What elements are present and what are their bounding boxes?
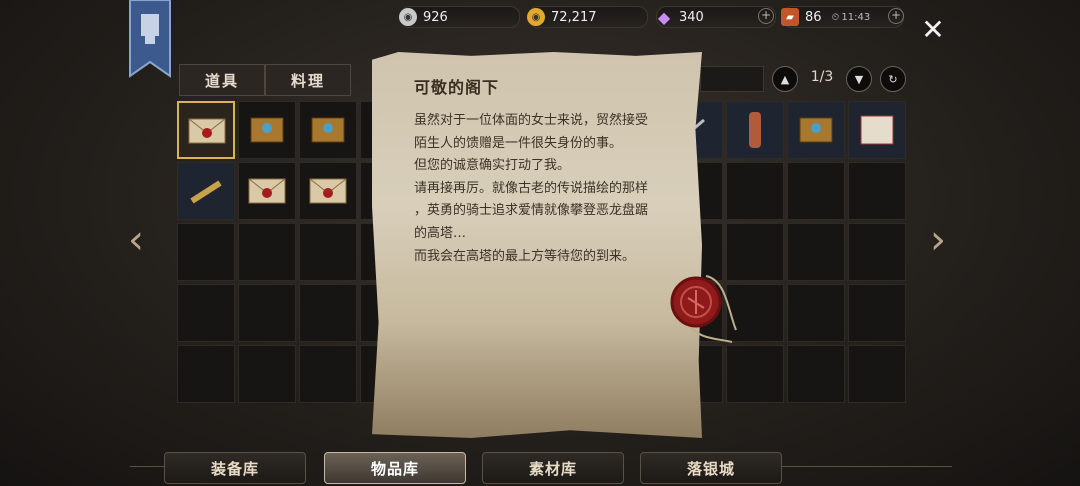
inventory-slot[interactable] bbox=[238, 162, 296, 220]
clock-icon: ⏲ bbox=[831, 11, 840, 23]
page-down-icon[interactable]: ▼ bbox=[846, 66, 872, 92]
inventory-slot[interactable] bbox=[177, 223, 235, 281]
add-gems-button[interactable]: + bbox=[758, 8, 774, 24]
tab-cooking[interactable]: 料理 bbox=[265, 64, 351, 96]
inventory-slot[interactable] bbox=[848, 162, 906, 220]
inventory-slot[interactable] bbox=[238, 223, 296, 281]
ticket-counter: ▰ 86 ⏲ 11:43 bbox=[781, 6, 904, 28]
refresh-icon[interactable]: ↻ bbox=[880, 66, 906, 92]
scroll-item-icon bbox=[860, 115, 894, 145]
letter-item-icon bbox=[188, 118, 226, 144]
tab-items-label: 道具 bbox=[204, 71, 239, 90]
inventory-slot[interactable] bbox=[177, 101, 235, 159]
diamond-icon: ◆ bbox=[657, 7, 671, 27]
page-up-icon[interactable]: ▲ bbox=[772, 66, 798, 92]
add-tickets-button[interactable]: + bbox=[888, 8, 904, 24]
tab-items[interactable]: 道具 bbox=[179, 64, 265, 96]
inventory-slot[interactable] bbox=[299, 284, 357, 342]
tab-inventory-label: 物品库 bbox=[370, 459, 419, 478]
book-item-icon bbox=[311, 117, 345, 143]
inventory-slot[interactable] bbox=[726, 345, 784, 403]
page-indicator: 1/3 bbox=[810, 69, 834, 85]
inventory-slot[interactable] bbox=[299, 101, 357, 159]
refresh-time: 11:43 bbox=[841, 11, 871, 23]
gem-value: 340 bbox=[679, 9, 704, 25]
gold-value: 72,217 bbox=[551, 9, 597, 25]
inventory-slot[interactable] bbox=[848, 345, 906, 403]
ticket-icon: ▰ bbox=[781, 8, 799, 26]
guild-banner-icon bbox=[129, 0, 171, 78]
inventory-slot[interactable] bbox=[177, 284, 235, 342]
inventory-slot[interactable] bbox=[299, 345, 357, 403]
book-item-icon bbox=[799, 117, 833, 143]
inventory-slot[interactable] bbox=[238, 101, 296, 159]
close-icon[interactable]: ✕ bbox=[920, 16, 946, 44]
inventory-slot[interactable] bbox=[238, 345, 296, 403]
inventory-slot[interactable] bbox=[787, 101, 845, 159]
tab-materials-label: 素材库 bbox=[528, 459, 577, 478]
letter-title: 可敬的阁下 bbox=[414, 78, 500, 97]
silver-counter: ◉ 926 bbox=[399, 6, 520, 28]
spyglass-item-icon bbox=[190, 180, 222, 204]
tab-equipment-label: 装备库 bbox=[210, 459, 259, 478]
tab-materials[interactable]: 素材库 bbox=[482, 452, 624, 484]
inventory-slot[interactable] bbox=[848, 223, 906, 281]
search-field[interactable] bbox=[700, 66, 764, 92]
divider bbox=[782, 466, 952, 467]
gold-counter: ◉ 72,217 bbox=[527, 6, 648, 28]
gold-coin-icon: ◉ bbox=[527, 8, 545, 26]
inventory-slot[interactable] bbox=[238, 284, 296, 342]
inventory-slot[interactable] bbox=[726, 101, 784, 159]
inventory-slot[interactable] bbox=[299, 223, 357, 281]
inventory-slot[interactable] bbox=[848, 284, 906, 342]
letter-body: 虽然对于一位体面的女士来说，贸然接受 陌生人的馈赠是一件很失身份的事。 但您的诚… bbox=[414, 113, 649, 264]
book-item-icon bbox=[250, 117, 284, 143]
tab-fallen-silver-city-label: 落银城 bbox=[686, 459, 735, 478]
inventory-slot[interactable] bbox=[787, 284, 845, 342]
letter-item-icon bbox=[248, 178, 286, 204]
ticket-value: 86 bbox=[805, 9, 822, 25]
next-arrow-icon[interactable]: › bbox=[930, 220, 952, 262]
inventory-slot[interactable] bbox=[177, 345, 235, 403]
tab-inventory[interactable]: 物品库 bbox=[324, 452, 466, 484]
wax-seal-icon bbox=[670, 275, 737, 343]
inventory-slot[interactable] bbox=[848, 101, 906, 159]
inventory-slot[interactable] bbox=[787, 345, 845, 403]
inventory-slot[interactable] bbox=[177, 162, 235, 220]
inventory-slot[interactable] bbox=[299, 162, 357, 220]
silver-coin-icon: ◉ bbox=[399, 8, 417, 26]
charm-item-icon bbox=[749, 112, 761, 148]
prev-arrow-icon[interactable]: ‹ bbox=[128, 220, 150, 262]
inventory-slot[interactable] bbox=[787, 162, 845, 220]
silver-value: 926 bbox=[423, 9, 448, 25]
letter-item-icon bbox=[309, 178, 347, 204]
tab-equipment[interactable]: 装备库 bbox=[164, 452, 306, 484]
inventory-slot[interactable] bbox=[787, 223, 845, 281]
tab-fallen-silver-city[interactable]: 落银城 bbox=[640, 452, 782, 484]
inventory-slot[interactable] bbox=[726, 162, 784, 220]
tab-cooking-label: 料理 bbox=[290, 71, 325, 90]
